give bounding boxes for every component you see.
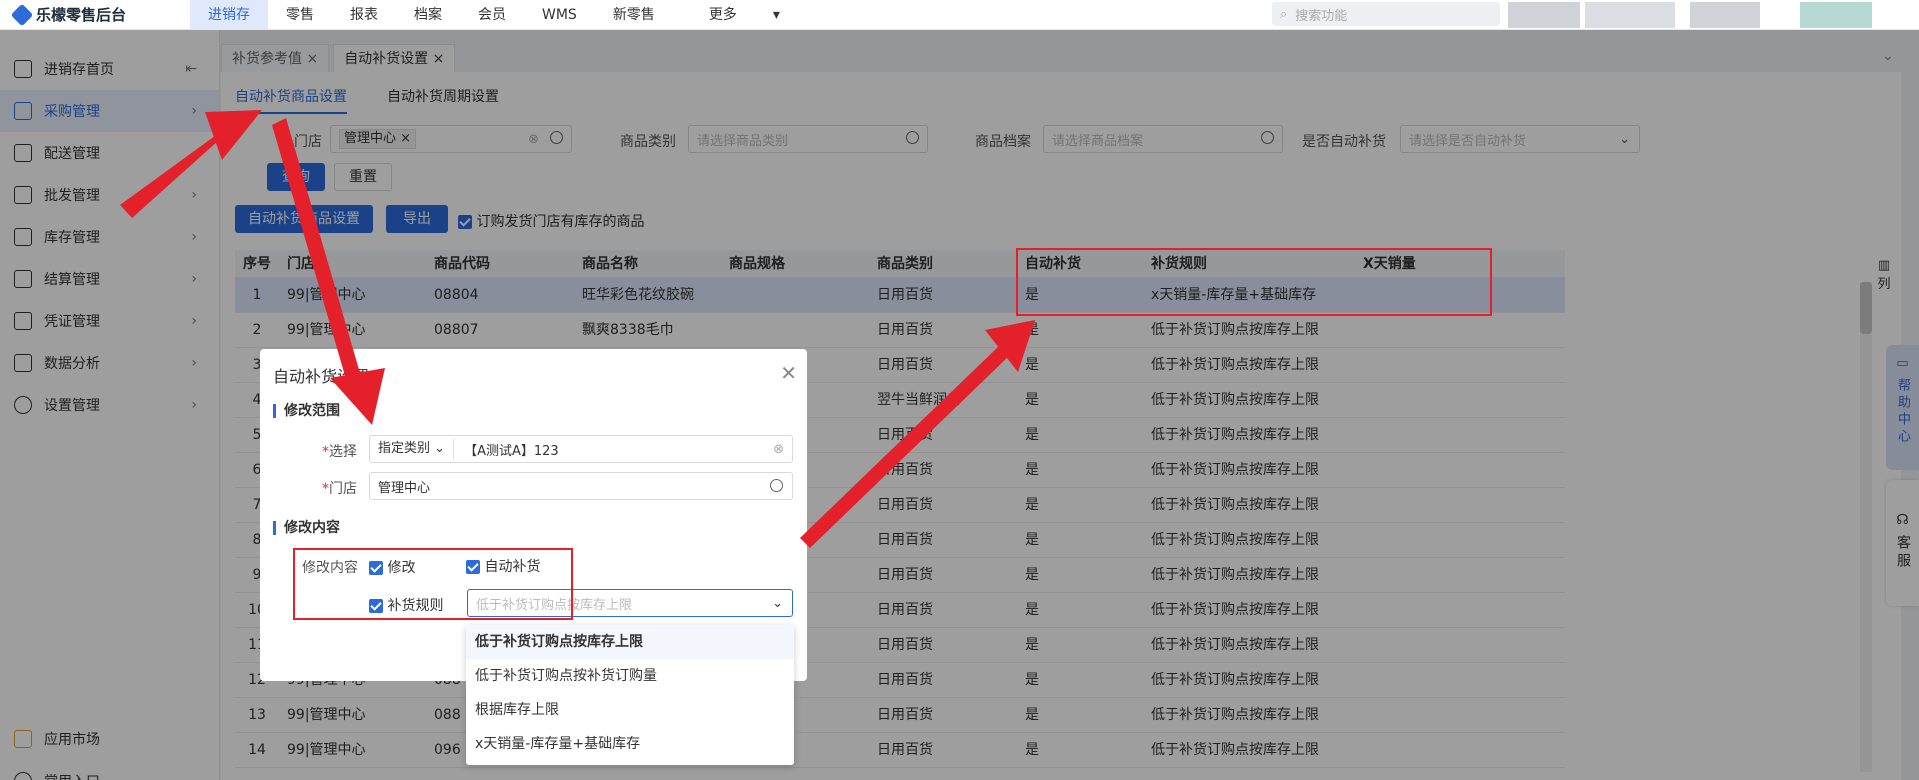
arrow-shape — [800, 345, 1010, 548]
arrow-shape — [272, 118, 362, 386]
arrow-shape — [205, 110, 262, 160]
arrow-shape — [330, 368, 385, 425]
annotation-arrows — [120, 110, 1035, 548]
